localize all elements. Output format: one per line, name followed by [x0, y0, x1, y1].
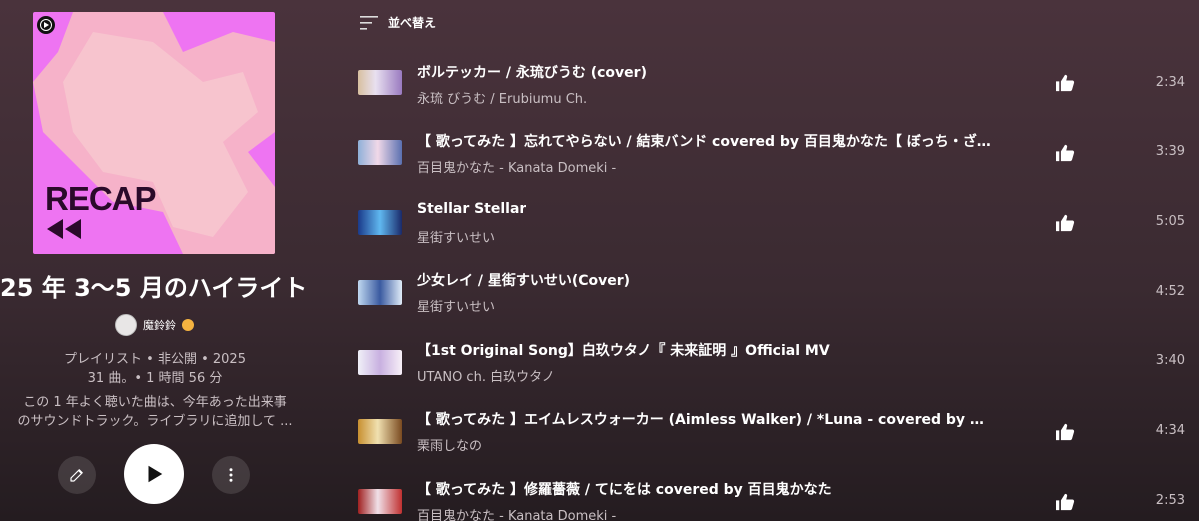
track-thumbnail[interactable] — [358, 140, 402, 165]
track-title[interactable]: ボルテッカー / 永琉びうむ (cover) — [417, 62, 647, 82]
playlist-header: RECAP 25 年 3〜5 月のハイライト 魔鈴鈴 プレイリスト • 非公開 … — [0, 0, 310, 521]
play-icon — [148, 465, 163, 483]
track-title[interactable]: 【1st Original Song】白玖ウタノ『 未来証明 』Official… — [417, 340, 830, 360]
description-line: のサウンドトラック。ライブラリに追加して ... — [17, 414, 293, 429]
track-row[interactable]: 【1st Original Song】白玖ウタノ『 未来証明 』Official… — [355, 336, 1185, 396]
track-thumbnail[interactable] — [358, 280, 402, 305]
edit-button[interactable] — [58, 456, 96, 494]
thumb-up-icon[interactable] — [1055, 493, 1075, 511]
track-artist[interactable]: 百目鬼かなた - Kanata Domeki - — [417, 505, 616, 521]
track-duration: 4:52 — [1155, 284, 1185, 299]
track-row[interactable]: Stellar Stellar 星街すいせい 5:05 — [355, 197, 1185, 257]
track-row[interactable]: 少女レイ / 星街すいせい(Cover) 星街すいせい 4:52 — [355, 266, 1185, 326]
track-title[interactable]: Stellar Stellar — [417, 201, 526, 217]
track-row[interactable]: 【 歌ってみた 】エイムレスウォーカー (Aimless Walker) / *… — [355, 405, 1185, 465]
track-duration: 3:40 — [1155, 353, 1185, 368]
playlist-cover-art: RECAP — [33, 12, 275, 254]
track-row[interactable]: 【 歌ってみた 】忘れてやらない / 結束バンド covered by 百目鬼か… — [355, 127, 1185, 187]
track-duration: 2:34 — [1155, 75, 1185, 90]
track-row[interactable]: ボルテッカー / 永琉びうむ (cover) 永琉 びうむ / Erubiumu… — [355, 58, 1185, 118]
track-thumbnail[interactable] — [358, 350, 402, 375]
track-thumbnail[interactable] — [358, 210, 402, 235]
description-line: この 1 年よく聴いた曲は、今年あった出来事 — [23, 395, 287, 410]
track-artist[interactable]: 栗雨しなの — [417, 435, 482, 454]
emoji-icon — [182, 319, 194, 331]
thumb-up-icon[interactable] — [1055, 423, 1075, 441]
track-artist[interactable]: 星街すいせい — [417, 296, 495, 315]
thumb-up-icon[interactable] — [1055, 144, 1075, 162]
playlist-owner[interactable]: 魔鈴鈴 — [115, 314, 194, 336]
track-artist[interactable]: 星街すいせい — [417, 227, 495, 246]
track-title[interactable]: 【 歌ってみた 】エイムレスウォーカー (Aimless Walker) / *… — [417, 409, 992, 429]
track-duration: 3:39 — [1155, 144, 1185, 159]
owner-name[interactable]: 魔鈴鈴 — [143, 317, 176, 333]
playlist-stats: 31 曲。• 1 時間 56 分 — [87, 371, 223, 386]
cover-art-label: RECAP — [45, 180, 157, 217]
playlist-description[interactable]: この 1 年よく聴いた曲は、今年あった出来事 のサウンドトラック。ライブラリに追… — [0, 393, 310, 431]
more-vert-icon — [229, 468, 233, 482]
track-duration: 5:05 — [1155, 214, 1185, 229]
more-options-button[interactable] — [212, 456, 250, 494]
thumb-up-icon[interactable] — [1055, 74, 1075, 92]
playlist-title: 25 年 3〜5 月のハイライト — [0, 274, 308, 302]
track-thumbnail[interactable] — [358, 419, 402, 444]
youtube-music-icon — [37, 16, 55, 34]
avatar[interactable] — [115, 314, 137, 336]
sort-icon — [360, 15, 378, 30]
sort-button[interactable]: 並べ替え — [360, 14, 436, 31]
track-thumbnail[interactable] — [358, 70, 402, 95]
track-row[interactable]: 【 歌ってみた 】修羅薔薇 / てにをは covered by 百目鬼かなた 百… — [355, 475, 1185, 521]
track-duration: 2:53 — [1155, 493, 1185, 508]
play-button[interactable] — [124, 444, 184, 504]
track-duration: 4:34 — [1155, 423, 1185, 438]
track-artist[interactable]: UTANO ch. 白玖ウタノ — [417, 366, 555, 385]
track-artist[interactable]: 永琉 びうむ / Erubiumu Ch. — [417, 88, 587, 107]
track-artist[interactable]: 百目鬼かなた - Kanata Domeki - — [417, 157, 616, 176]
thumb-up-icon[interactable] — [1055, 214, 1075, 232]
track-title[interactable]: 【 歌ってみた 】修羅薔薇 / てにをは covered by 百目鬼かなた — [417, 479, 832, 499]
rewind-icon — [47, 219, 81, 239]
sort-label: 並べ替え — [388, 16, 437, 30]
track-thumbnail[interactable] — [358, 489, 402, 514]
pencil-icon — [70, 469, 83, 482]
playlist-meta: プレイリスト • 非公開 • 2025 — [64, 352, 246, 367]
track-title[interactable]: 少女レイ / 星街すいせい(Cover) — [417, 270, 630, 290]
track-title[interactable]: 【 歌ってみた 】忘れてやらない / 結束バンド covered by 百目鬼か… — [417, 131, 991, 151]
